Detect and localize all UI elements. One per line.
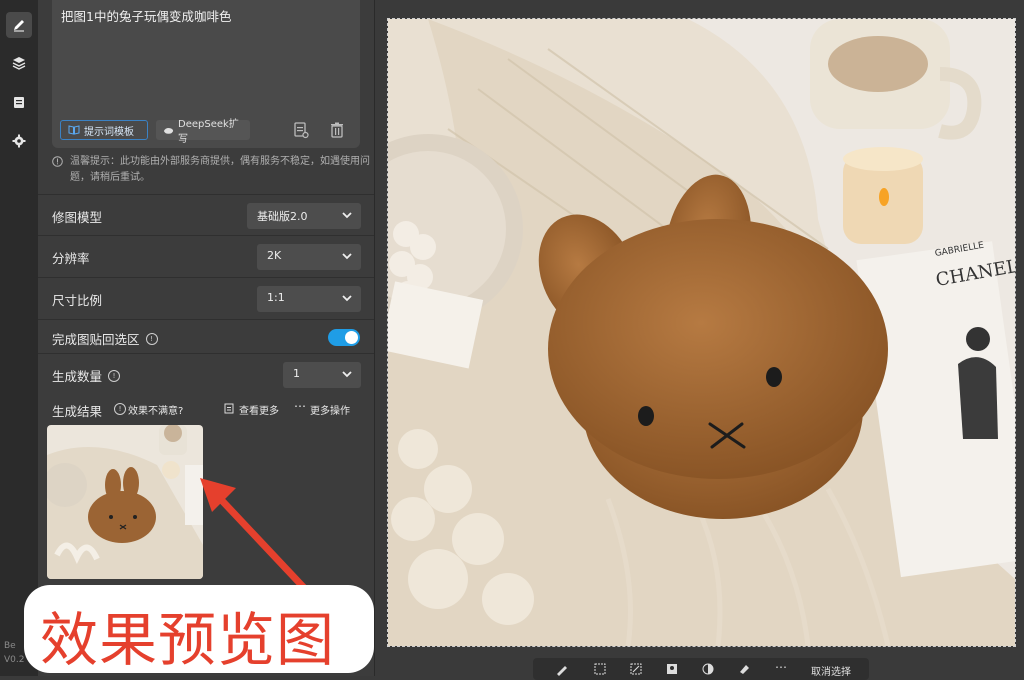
version-label-1: Be: [4, 641, 16, 651]
person-select-icon[interactable]: [665, 662, 679, 676]
version-label-2: V0.2: [4, 655, 25, 665]
unsatisfied-link[interactable]: 效果不满意?: [128, 402, 183, 417]
chevron-down-icon: [342, 371, 352, 378]
layers-icon: [12, 57, 26, 70]
count-label: 生成数量: [52, 369, 103, 384]
results-header: 生成结果 ! 效果不满意? 查看更多 ⋯ 更多操作: [38, 398, 374, 422]
whale-icon: [163, 127, 174, 134]
info-icon: !: [114, 403, 126, 415]
clear-icon[interactable]: [737, 662, 751, 676]
bunny-photo: GABRIELLE CHANEL: [388, 19, 1015, 646]
clipboard-icon: [14, 97, 24, 108]
info-icon[interactable]: !: [108, 369, 121, 382]
count-label-wrap: 生成数量 !: [52, 366, 121, 385]
ratio-value: 1:1: [267, 291, 285, 304]
count-select[interactable]: 1: [283, 362, 361, 388]
settings-tool-button[interactable]: [6, 128, 32, 154]
deepseek-expand-button[interactable]: DeepSeek扩写: [156, 119, 250, 145]
results-label: 生成结果: [52, 404, 103, 419]
ellipsis-icon: ⋯: [294, 399, 306, 413]
book-icon: [68, 125, 80, 135]
tool-rail: Be V0.2: [0, 0, 38, 676]
ratio-select[interactable]: 1:1: [257, 286, 361, 312]
paste-back-label-wrap: 完成图贴回选区 !: [52, 329, 158, 348]
count-value: 1: [293, 367, 300, 380]
result-thumbnail[interactable]: [47, 425, 203, 579]
more-tools-icon[interactable]: ⋯: [775, 660, 787, 674]
prompt-text[interactable]: 把图1中的兔子玩偶变成咖啡色: [61, 6, 231, 25]
list-icon: [224, 403, 234, 414]
pencil-icon: [14, 20, 24, 32]
model-select[interactable]: 基础版2.0: [247, 203, 361, 229]
resolution-row: 分辨率 2K: [38, 235, 374, 276]
info-icon[interactable]: !: [145, 332, 158, 345]
brush-icon[interactable]: [555, 662, 569, 676]
view-more-link[interactable]: 查看更多: [239, 402, 279, 417]
chevron-down-icon: [342, 295, 352, 302]
prompt-template-button[interactable]: 提示词模板: [60, 120, 148, 140]
prompt-library-icon[interactable]: [292, 121, 310, 139]
toggle-knob: [345, 331, 358, 344]
result-preview-image: [47, 425, 203, 579]
model-row: 修图模型 基础版2.0: [38, 194, 374, 235]
magic-select-icon[interactable]: [593, 662, 607, 676]
rect-select-icon[interactable]: [629, 662, 643, 676]
layers-tool-button[interactable]: [6, 50, 32, 76]
model-value: 基础版2.0: [257, 210, 308, 223]
canvas-image[interactable]: GABRIELLE CHANEL: [387, 18, 1016, 647]
prompt-template-label: 提示词模板: [84, 126, 134, 138]
notice-text: 温馨提示：此功能由外部服务商提供，偶有服务不稳定，如遇使用问题，请稍后重试。: [70, 156, 370, 183]
resolution-label: 分辨率: [52, 251, 90, 266]
chevron-down-icon: [342, 212, 352, 219]
preview-annotation-text: 效果预览图: [40, 606, 336, 674]
resolution-value: 2K: [267, 249, 282, 262]
edit-tool-button[interactable]: [6, 12, 32, 38]
more-actions-link[interactable]: 更多操作: [310, 402, 350, 417]
preview-annotation: 效果预览图: [24, 585, 374, 674]
gear-icon: [12, 134, 26, 148]
selection-toolbar: ⋯ 取消选择: [533, 658, 869, 680]
ratio-row: 尺寸比例 1:1: [38, 277, 374, 318]
count-row: 生成数量 ! 1: [38, 353, 374, 394]
paste-back-label: 完成图贴回选区: [52, 332, 140, 347]
prompt-input[interactable]: 把图1中的兔子玩偶变成咖啡色 提示词模板 DeepSeek扩写: [52, 0, 360, 148]
resolution-select[interactable]: 2K: [257, 244, 361, 270]
ratio-label: 尺寸比例: [52, 293, 103, 308]
annotation-arrow: [200, 478, 312, 596]
trash-icon[interactable]: [328, 121, 346, 139]
deepseek-expand-label: DeepSeek扩写: [178, 119, 239, 145]
history-tool-button[interactable]: [6, 89, 32, 115]
info-icon: [52, 156, 63, 173]
model-label: 修图模型: [52, 210, 103, 225]
chevron-down-icon: [342, 253, 352, 260]
paste-back-toggle[interactable]: [328, 329, 360, 346]
invert-icon[interactable]: [701, 662, 715, 676]
paste-back-row: 完成图贴回选区 !: [38, 319, 374, 354]
